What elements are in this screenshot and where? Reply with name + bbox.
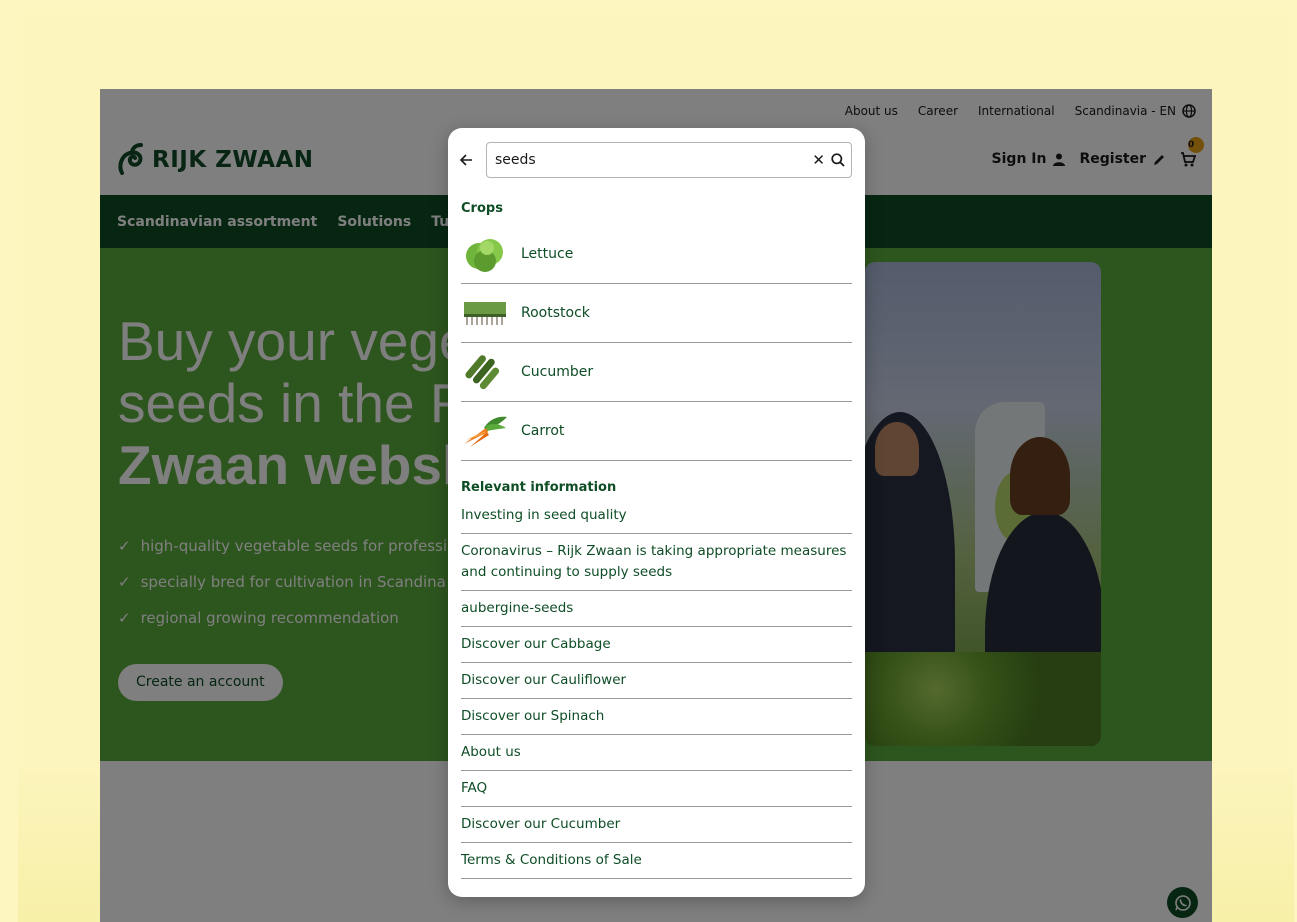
search-panel: ✕ Crops Lettuce Rootstock Cucumber	[448, 128, 865, 897]
info-item[interactable]: Discover our Cabbage	[461, 627, 852, 663]
crop-item-carrot[interactable]: Carrot	[461, 402, 852, 461]
back-button[interactable]	[460, 142, 486, 178]
crop-label: Carrot	[521, 423, 565, 439]
crop-item-lettuce[interactable]: Lettuce	[461, 225, 852, 284]
rootstock-icon	[461, 293, 508, 333]
info-item[interactable]: Coronavirus – Rijk Zwaan is taking appro…	[461, 534, 852, 591]
crops-heading: Crops	[461, 201, 503, 216]
relevant-info-list: Investing in seed quality Coronavirus – …	[461, 499, 852, 879]
info-item[interactable]: aubergine-seeds	[461, 591, 852, 627]
relevant-info-heading: Relevant information	[461, 480, 617, 495]
cucumber-icon	[461, 352, 508, 392]
info-item[interactable]: Investing in seed quality	[461, 499, 852, 534]
search-input[interactable]	[495, 152, 813, 168]
crop-item-cucumber[interactable]: Cucumber	[461, 343, 852, 402]
info-item[interactable]: Terms & Conditions of Sale	[461, 843, 852, 879]
crop-label: Cucumber	[521, 364, 594, 380]
info-item[interactable]: Discover our Spinach	[461, 699, 852, 735]
arrow-left-icon	[460, 154, 472, 166]
lettuce-icon	[461, 234, 508, 274]
search-box: ✕	[486, 142, 852, 178]
clear-search-button[interactable]: ✕	[812, 151, 825, 169]
info-item[interactable]: About us	[461, 735, 852, 771]
info-item[interactable]: FAQ	[461, 771, 852, 807]
info-item[interactable]: Discover our Cauliflower	[461, 663, 852, 699]
crop-item-rootstock[interactable]: Rootstock	[461, 284, 852, 343]
crop-label: Rootstock	[521, 305, 590, 321]
carrot-icon	[461, 411, 508, 451]
info-item[interactable]: Discover our Cucumber	[461, 807, 852, 843]
search-icon[interactable]	[831, 153, 845, 167]
crop-label: Lettuce	[521, 246, 574, 262]
search-bar: ✕	[460, 142, 852, 178]
crops-list: Lettuce Rootstock Cucumber Carrot	[461, 225, 852, 461]
